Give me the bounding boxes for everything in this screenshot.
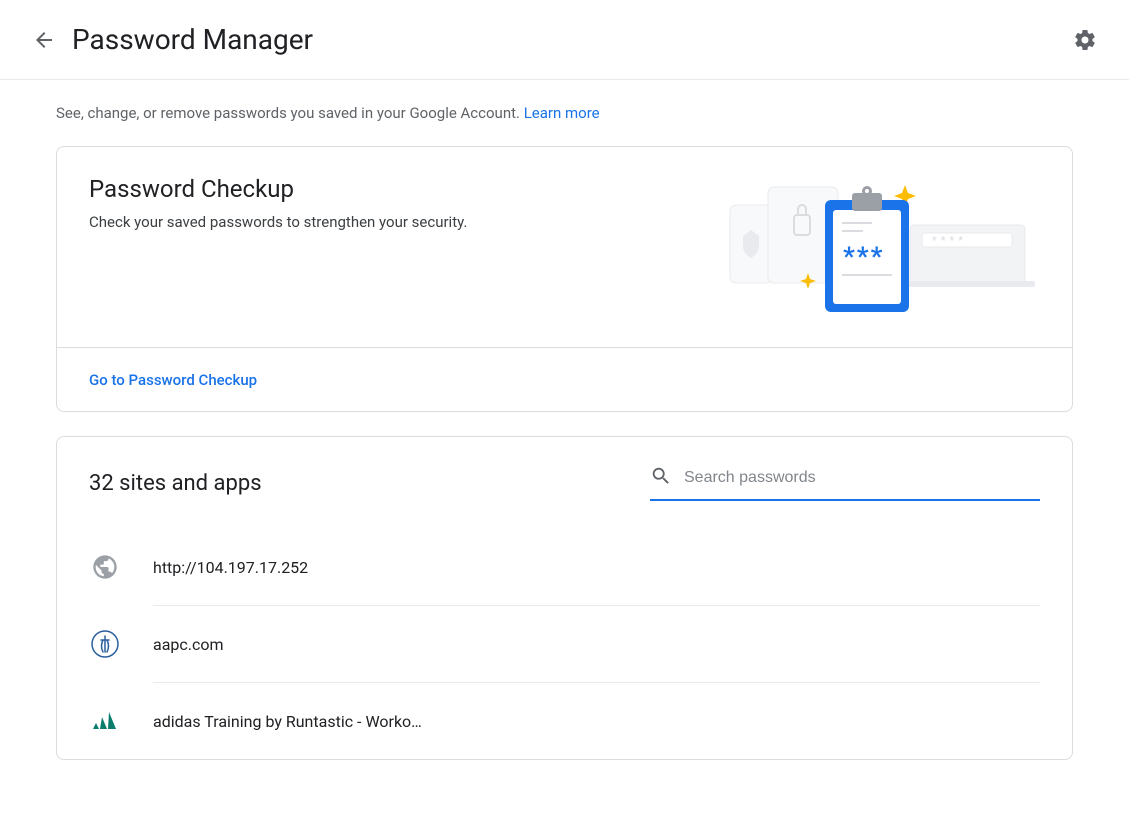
site-label: aapc.com bbox=[153, 635, 224, 654]
sites-title: 32 sites and apps bbox=[89, 471, 262, 496]
gear-icon bbox=[1073, 28, 1097, 52]
arrow-left-icon bbox=[32, 28, 56, 52]
search-wrap[interactable] bbox=[650, 465, 1040, 501]
svg-text:***: *** bbox=[843, 242, 884, 272]
search-input[interactable] bbox=[684, 469, 1040, 487]
go-to-checkup-link[interactable]: Go to Password Checkup bbox=[89, 371, 257, 389]
site-item[interactable]: http://104.197.17.252 bbox=[89, 529, 1040, 605]
search-icon bbox=[650, 465, 672, 491]
site-label: adidas Training by Runtastic - Worko… bbox=[153, 712, 422, 731]
page-title: Password Manager bbox=[72, 23, 1065, 56]
checkup-body: Password Checkup Check your saved passwo… bbox=[57, 147, 1072, 347]
clipboard-password-icon: **** bbox=[700, 175, 1040, 315]
intro-description: See, change, or remove passwords you sav… bbox=[56, 104, 524, 122]
site-list: http://104.197.17.252 aapc.com bbox=[89, 529, 1040, 759]
globe-icon bbox=[89, 551, 121, 583]
learn-more-link[interactable]: Learn more bbox=[524, 104, 600, 122]
site-item[interactable]: adidas Training by Runtastic - Worko… bbox=[89, 683, 1040, 759]
adidas-icon bbox=[89, 705, 121, 737]
sites-header: 32 sites and apps bbox=[89, 465, 1040, 501]
checkup-illustration: **** bbox=[700, 175, 1040, 315]
checkup-description: Check your saved passwords to strengthen… bbox=[89, 213, 467, 231]
content: See, change, or remove passwords you sav… bbox=[0, 80, 1129, 784]
checkup-title: Password Checkup bbox=[89, 175, 467, 203]
password-checkup-card: Password Checkup Check your saved passwo… bbox=[56, 146, 1073, 412]
site-label: http://104.197.17.252 bbox=[153, 558, 308, 577]
header: Password Manager bbox=[0, 0, 1129, 80]
aapc-icon bbox=[89, 628, 121, 660]
intro-text: See, change, or remove passwords you sav… bbox=[56, 104, 1073, 122]
svg-text:****: **** bbox=[932, 234, 967, 247]
sites-card: 32 sites and apps http:// bbox=[56, 436, 1073, 760]
site-item[interactable]: aapc.com bbox=[89, 606, 1040, 682]
checkup-text: Password Checkup Check your saved passwo… bbox=[89, 175, 467, 231]
back-button[interactable] bbox=[24, 20, 64, 60]
checkup-link-row: Go to Password Checkup bbox=[57, 347, 1072, 411]
settings-button[interactable] bbox=[1065, 20, 1105, 60]
